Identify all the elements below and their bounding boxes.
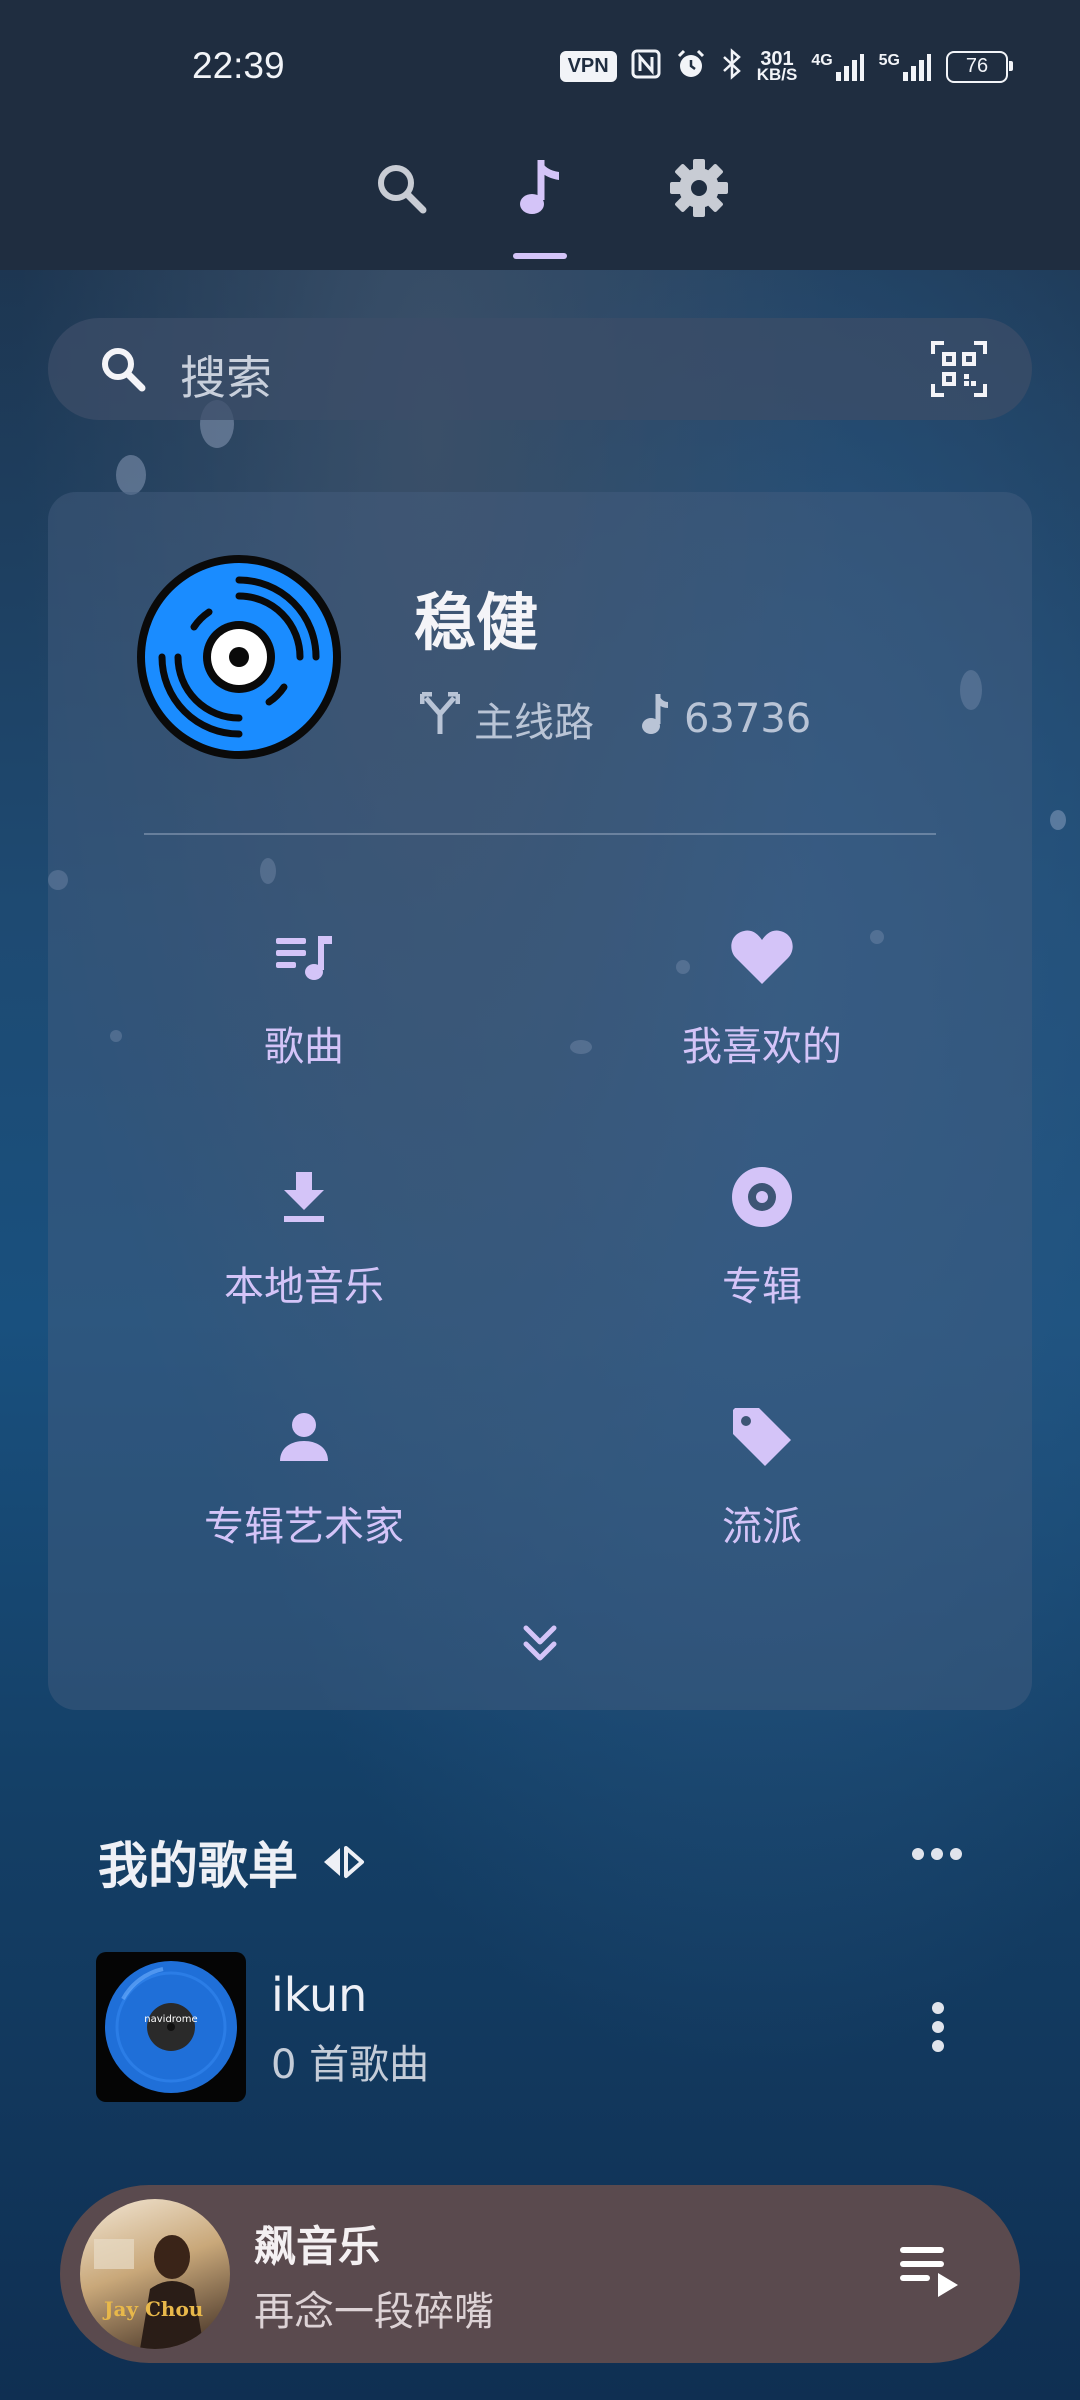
- battery-indicator: 76: [946, 50, 1013, 83]
- music-note-icon: [640, 692, 670, 746]
- playlist-song-count: 0 首歌曲: [271, 2042, 430, 2088]
- song-count: 63736: [684, 696, 812, 742]
- network-speed: 301 KB/S: [756, 49, 798, 84]
- tag-icon: [532, 1402, 992, 1472]
- status-icons: VPN 301 KB/S 4G 5G 76: [559, 48, 1013, 85]
- menu-label: 本地音乐: [224, 1264, 384, 1310]
- vpn-badge: VPN: [559, 51, 617, 82]
- menu-songs[interactable]: 歌曲: [74, 922, 534, 1072]
- route-label: 主线路: [474, 700, 594, 746]
- menu-album-artists[interactable]: 专辑艺术家: [74, 1402, 534, 1552]
- search-icon: [98, 344, 148, 398]
- now-playing-title: 飙音乐: [254, 2222, 381, 2271]
- speed-unit: KB/S: [756, 64, 798, 84]
- server-card: 稳健 主线路 63736 歌曲 我喜欢的 本地音乐 专辑 专辑艺术家 流派: [48, 492, 1032, 1710]
- status-time: 22:39: [192, 45, 285, 86]
- album-disc-icon: [532, 1162, 992, 1232]
- cover-title-text: Jay Chou: [104, 2297, 204, 2321]
- menu-favorites[interactable]: 我喜欢的: [532, 922, 992, 1072]
- qr-scan-icon[interactable]: [930, 340, 988, 402]
- net2-label: 5G: [878, 51, 900, 69]
- download-icon: [74, 1162, 534, 1232]
- server-name: 稳健: [414, 586, 539, 659]
- nfc-icon: [631, 49, 661, 84]
- tab-search[interactable]: [356, 145, 446, 235]
- menu-local-music[interactable]: 本地音乐: [74, 1162, 534, 1312]
- server-avatar: [134, 552, 344, 762]
- now-playing-subtitle: 再念一段碎嘴: [254, 2289, 494, 2335]
- menu-label: 我喜欢的: [682, 1024, 842, 1070]
- playlist-item[interactable]: navidrome ikun 0 首歌曲: [96, 1952, 996, 2102]
- expand-button[interactable]: [518, 1622, 562, 1670]
- playlist-header-title: 我的歌单: [98, 1837, 298, 1895]
- gear-icon: [668, 157, 730, 223]
- menu-label: 歌曲: [264, 1024, 344, 1070]
- playlist-name: ikun: [271, 1968, 368, 2022]
- chevron-double-down-icon: [518, 1625, 562, 1670]
- route-fork-icon: [419, 691, 461, 746]
- menu-genres[interactable]: 流派: [532, 1402, 992, 1552]
- heart-icon: [532, 922, 992, 992]
- search-icon: [373, 160, 429, 220]
- tab-music[interactable]: [495, 145, 585, 235]
- signal-5g: 5G: [879, 52, 932, 82]
- menu-albums[interactable]: 专辑: [532, 1162, 992, 1312]
- menu-label: 专辑: [722, 1264, 802, 1310]
- more-horizontal-icon[interactable]: [910, 1844, 964, 1868]
- person-icon: [74, 1402, 534, 1472]
- playlist-cover-text: navidrome: [144, 2014, 198, 2025]
- menu-label: 专辑艺术家: [204, 1504, 404, 1550]
- search-input[interactable]: 搜索: [180, 342, 272, 408]
- card-divider: [144, 833, 936, 835]
- now-playing-cover: Jay Chou: [80, 2199, 230, 2349]
- server-meta: 主线路 63736: [419, 690, 857, 748]
- swap-icon[interactable]: [320, 1844, 366, 1880]
- active-tab-indicator: [513, 253, 567, 259]
- queue-list-icon[interactable]: [898, 2243, 960, 2305]
- top-nav: [0, 135, 1080, 270]
- status-bar: 22:39 VPN 301 KB/S 4G 5G 76: [0, 0, 1080, 135]
- playlist-cover: navidrome: [96, 1952, 246, 2102]
- mini-player[interactable]: Jay Chou 飙音乐 再念一段碎嘴: [60, 2185, 1020, 2363]
- playlist-header: 我的歌单: [98, 1826, 366, 1898]
- bluetooth-icon: [721, 48, 743, 85]
- more-vertical-icon[interactable]: [928, 2000, 948, 2058]
- search-bar[interactable]: 搜索: [48, 318, 1032, 420]
- tab-settings[interactable]: [654, 145, 744, 235]
- battery-level: 76: [965, 55, 989, 77]
- playlist-music-icon: [74, 922, 534, 992]
- net1-label: 4G: [811, 51, 833, 69]
- menu-label: 流派: [722, 1504, 802, 1550]
- alarm-icon: [675, 48, 707, 85]
- signal-4g: 4G: [811, 52, 864, 82]
- music-note-icon: [515, 156, 565, 224]
